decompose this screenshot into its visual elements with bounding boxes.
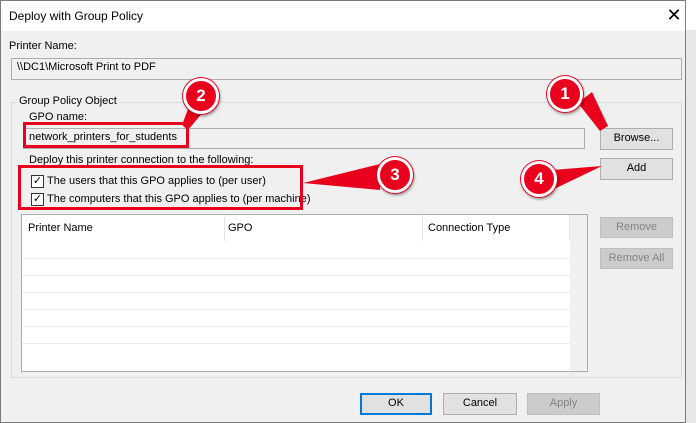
printer-name-field: \\DC1\Microsoft Print to PDF: [11, 58, 682, 80]
background-strip: [686, 30, 696, 423]
checkboxes-highlight: [18, 165, 303, 210]
title-bar[interactable]: Deploy with Group Policy ✕: [1, 1, 685, 31]
window-title: Deploy with Group Policy: [9, 9, 144, 23]
remove-all-button[interactable]: Remove All: [600, 248, 673, 269]
gpo-name-highlight: [23, 122, 189, 148]
column-gpo[interactable]: GPO: [228, 222, 252, 234]
column-printer-name[interactable]: Printer Name: [28, 222, 93, 234]
column-separator: [422, 215, 423, 241]
cancel-button[interactable]: Cancel: [443, 393, 517, 415]
row-divider: [22, 343, 570, 344]
row-divider: [22, 326, 570, 327]
printer-name-label: Printer Name:: [9, 40, 77, 52]
apply-button[interactable]: Apply: [527, 393, 600, 415]
ok-button[interactable]: OK: [360, 393, 432, 415]
row-divider: [22, 258, 570, 259]
callout-badge-4: 4: [521, 161, 557, 197]
dialog-window: Deploy with Group Policy ✕ Printer Name:…: [0, 0, 686, 423]
column-separator: [224, 215, 225, 241]
row-divider: [22, 309, 570, 310]
callout-badge-2: 2: [183, 78, 219, 114]
remove-button[interactable]: Remove: [600, 217, 673, 238]
row-divider: [22, 275, 570, 276]
callout-badge-3: 3: [377, 157, 413, 193]
group-policy-legend: Group Policy Object: [17, 95, 119, 107]
row-divider: [22, 292, 570, 293]
deployment-list[interactable]: Printer Name GPO Connection Type: [21, 214, 588, 372]
browse-button[interactable]: Browse...: [600, 128, 673, 150]
callout-badge-1: 1: [547, 76, 583, 112]
add-button[interactable]: Add: [600, 158, 673, 180]
column-connection-type[interactable]: Connection Type: [428, 222, 510, 234]
list-scrollbar[interactable]: [570, 215, 587, 371]
close-icon[interactable]: ✕: [661, 4, 687, 26]
